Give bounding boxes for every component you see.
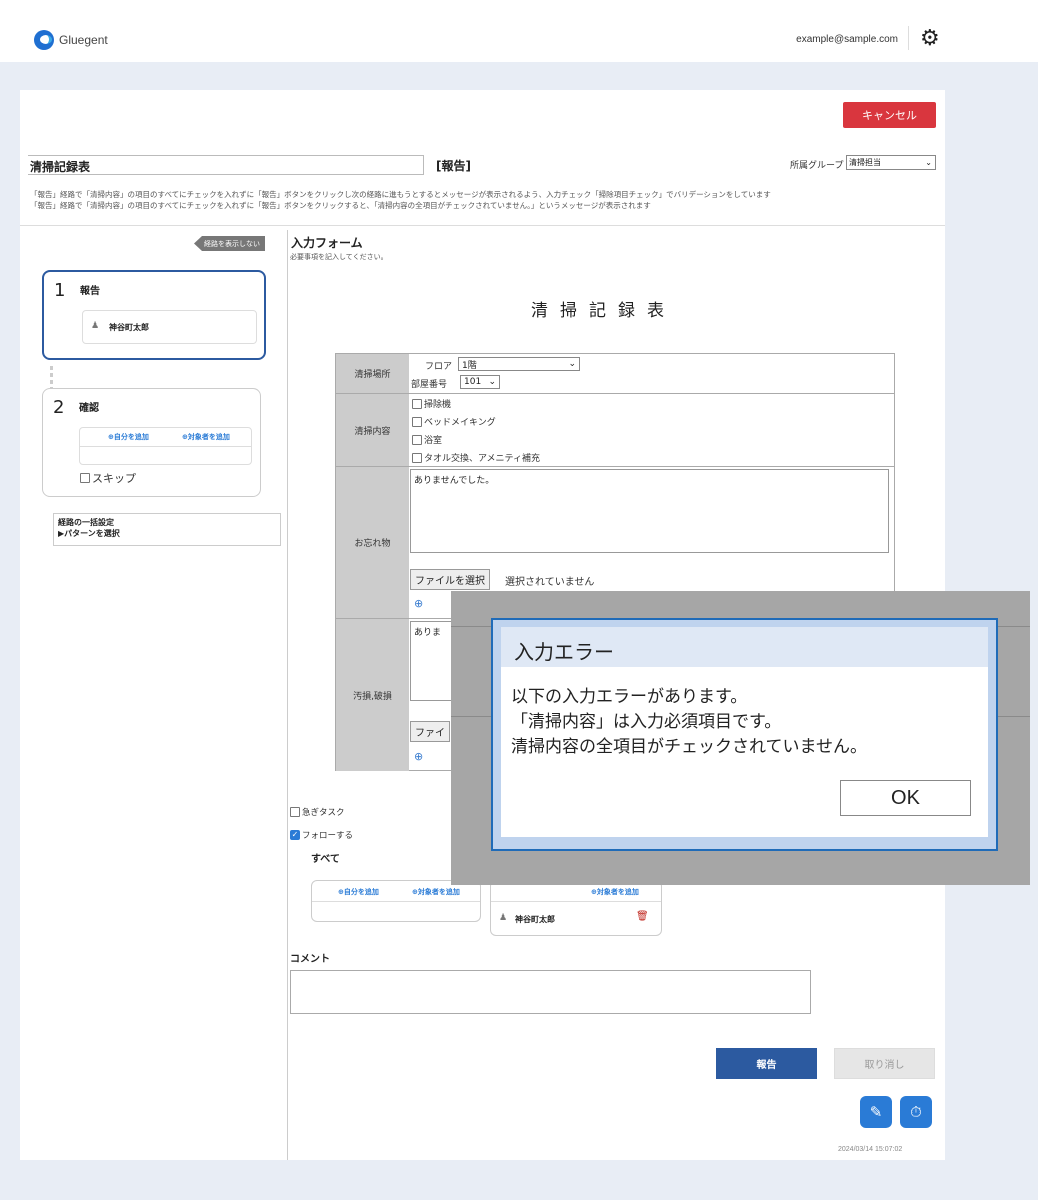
add-self-link[interactable]: ⊕自分を追加 bbox=[108, 432, 149, 442]
floor-select[interactable]: 1階 ⌄ bbox=[458, 357, 580, 371]
lost-file-button[interactable]: ファイルを選択 bbox=[410, 569, 490, 590]
route-bulk-settings[interactable]: 経路の一括設定 ▶パターンを選択 bbox=[53, 513, 281, 546]
damage-file-button[interactable]: ファイ bbox=[410, 721, 450, 742]
follower-add-box: ⊕自分を追加 ⊕対象者を追加 bbox=[311, 880, 481, 922]
status-label: [報告] bbox=[436, 159, 471, 173]
assignee-card: ♟ 神谷町太郎 bbox=[82, 310, 257, 344]
group-select-value: 清掃担当 bbox=[849, 158, 881, 167]
attachment-icon[interactable]: ⊕ bbox=[414, 597, 423, 610]
undo-button[interactable]: 取り消し bbox=[834, 1048, 935, 1079]
group-label: 所属グループ bbox=[790, 161, 844, 171]
add-self-link[interactable]: ⊕自分を追加 bbox=[338, 887, 379, 897]
ok-button[interactable]: OK bbox=[840, 780, 971, 816]
dialog-message: 以下の入力エラーがあります。 bbox=[511, 687, 748, 707]
card-divider bbox=[80, 446, 251, 447]
timer-icon[interactable]: ⏱ bbox=[900, 1096, 932, 1128]
urgent-checkbox[interactable] bbox=[290, 807, 300, 817]
form-subheading: 必要事項を記入してください。 bbox=[290, 253, 388, 261]
box-divider bbox=[312, 901, 480, 902]
content-checkbox[interactable] bbox=[412, 398, 422, 409]
dialog-message: 清掃内容の全項目がチェックされていません。 bbox=[511, 737, 867, 757]
brand-name: Gluegent bbox=[59, 33, 108, 47]
top-bar: Gluegent example@sample.com ⚙ bbox=[0, 0, 1038, 62]
step-title: 確認 bbox=[79, 403, 99, 414]
content-checkbox[interactable] bbox=[412, 416, 422, 427]
report-button[interactable]: 報告 bbox=[716, 1048, 817, 1079]
step-connector bbox=[50, 366, 53, 388]
step-number: 2 bbox=[53, 397, 65, 418]
brand-logo[interactable]: Gluegent bbox=[34, 30, 108, 50]
gluegent-logo-icon bbox=[34, 30, 54, 50]
room-select[interactable]: 101 ⌄ bbox=[460, 375, 500, 389]
box-divider bbox=[491, 901, 661, 902]
assignee-card: ⊕自分を追加 ⊕対象者を追加 bbox=[79, 427, 252, 465]
header-divider bbox=[908, 26, 909, 50]
row-divider bbox=[409, 466, 894, 467]
route-step-1[interactable]: 1 報告 ♟ 神谷町太郎 bbox=[42, 270, 266, 360]
skip-label: スキップ bbox=[92, 472, 136, 485]
dialog-message: 「清掃内容」は入力必須項目です。 bbox=[511, 712, 782, 732]
trash-icon[interactable]: 🗑 bbox=[636, 911, 649, 922]
description-line-2: 「報告」経路で「清掃内容」の項目のすべてにチェックを入れずに「報告」ボタンをクリ… bbox=[30, 201, 651, 210]
timestamp: 2024/03/14 15:07:02 bbox=[838, 1146, 903, 1153]
bulk-settings-title: 経路の一括設定 bbox=[58, 518, 114, 527]
content-option[interactable]: ベッドメイキング bbox=[412, 415, 496, 428]
hide-route-button[interactable]: 経路を表示しない bbox=[194, 236, 265, 251]
damage-label: 汚損,破損 bbox=[336, 619, 409, 771]
column-divider bbox=[287, 230, 288, 1160]
follow-checkbox[interactable]: ✓ bbox=[290, 830, 300, 840]
description-line-1: 「報告」経路で「清掃内容」の項目のすべてにチェックを入れずに「報告」ボタンをクリ… bbox=[30, 190, 771, 199]
content-label: 清掃内容 bbox=[336, 394, 409, 467]
assignee-name: 神谷町太郎 bbox=[109, 323, 149, 332]
urgent-label: 急ぎタスク bbox=[302, 808, 345, 818]
route-step-2[interactable]: 2 確認 ⊕自分を追加 ⊕対象者を追加 bbox=[42, 388, 261, 497]
skip-checkbox-row[interactable]: スキップ bbox=[80, 470, 136, 486]
step-title: 報告 bbox=[80, 286, 100, 297]
divider bbox=[20, 225, 945, 226]
comment-textarea[interactable] bbox=[290, 970, 811, 1014]
follow-row[interactable]: ✓ フォローする bbox=[290, 829, 353, 841]
form-heading: 入力フォーム bbox=[291, 236, 363, 250]
room-label: 部屋番号 bbox=[411, 380, 448, 390]
content-checkbox[interactable] bbox=[412, 452, 422, 463]
attachment-icon[interactable]: ⊕ bbox=[414, 750, 423, 763]
comment-label: コメント bbox=[290, 954, 330, 965]
edit-icon[interactable]: ✎ bbox=[860, 1096, 892, 1128]
dialog-title: 入力エラー bbox=[514, 640, 614, 664]
floor-value: 1階 bbox=[462, 360, 477, 371]
chevron-down-icon: ⌄ bbox=[925, 158, 932, 167]
cancel-button[interactable]: キャンセル bbox=[843, 102, 936, 128]
title-input-value: 清掃記録表 bbox=[30, 160, 91, 174]
lost-items-label: お忘れ物 bbox=[336, 467, 409, 619]
content-option[interactable]: タオル交換、アメニティ補充 bbox=[412, 451, 540, 464]
chevron-down-icon: ⌄ bbox=[568, 359, 576, 369]
follow-label: フォローする bbox=[302, 831, 354, 841]
place-label: 清掃場所 bbox=[336, 354, 409, 394]
follower-list-box: ⊕対象者を追加 ♟ 神谷町太郎 bbox=[490, 880, 662, 936]
row-divider bbox=[409, 393, 894, 394]
step-number: 1 bbox=[54, 280, 66, 301]
add-target-link[interactable]: ⊕対象者を追加 bbox=[591, 887, 639, 897]
gear-icon[interactable]: ⚙ bbox=[920, 28, 940, 50]
person-icon: ♟ bbox=[91, 321, 100, 331]
content-option[interactable]: 浴室 bbox=[412, 433, 442, 446]
group-select[interactable]: 清掃担当 ⌄ bbox=[846, 155, 936, 170]
add-target-link[interactable]: ⊕対象者を追加 bbox=[412, 887, 460, 897]
floor-label: フロア bbox=[425, 362, 453, 372]
user-email[interactable]: example@sample.com bbox=[796, 34, 898, 45]
document-title: 清掃記録表 bbox=[531, 301, 676, 321]
lost-items-textarea[interactable]: ありませんでした。 bbox=[410, 469, 889, 553]
content-checkbox[interactable] bbox=[412, 434, 422, 445]
chevron-down-icon: ⌄ bbox=[488, 377, 496, 387]
pattern-select-link[interactable]: ▶パターンを選択 bbox=[58, 528, 120, 539]
person-icon: ♟ bbox=[499, 913, 508, 923]
follower-name: 神谷町太郎 bbox=[515, 915, 555, 924]
urgent-task-row[interactable]: 急ぎタスク bbox=[290, 806, 345, 818]
lost-file-status: 選択されていません bbox=[505, 577, 595, 588]
room-value: 101 bbox=[464, 377, 482, 387]
all-label: すべて bbox=[311, 854, 340, 865]
content-option[interactable]: 掃除機 bbox=[412, 397, 451, 410]
add-target-link[interactable]: ⊕対象者を追加 bbox=[182, 432, 230, 442]
skip-checkbox[interactable] bbox=[80, 473, 90, 483]
